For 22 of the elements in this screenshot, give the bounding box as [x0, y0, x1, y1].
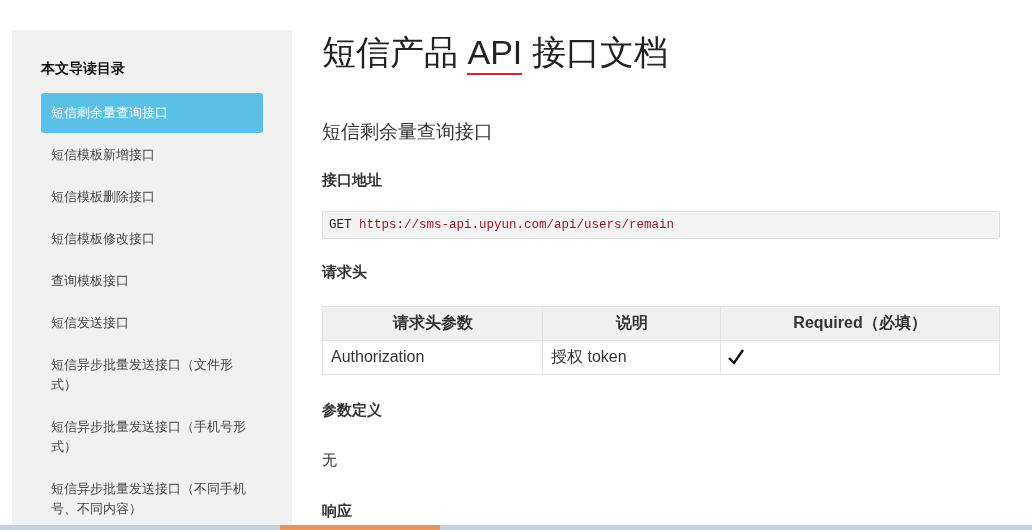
code-block: GET https://sms-api.upyun.com/api/users/remain: [322, 211, 1000, 239]
sidebar-item[interactable]: 短信模板新增接口: [41, 135, 263, 175]
endpoint-heading: 接口地址: [322, 169, 383, 190]
params-heading: 参数定义: [322, 399, 383, 420]
sidebar-item[interactable]: 短信模板修改接口: [41, 219, 263, 259]
column-header: Required（必填）: [720, 306, 1000, 340]
sidebar-item[interactable]: 短信异步批量发送接口（文件形式）: [41, 345, 263, 405]
params-text: 无: [322, 450, 338, 470]
sidebar-item[interactable]: 查询模板接口: [41, 261, 263, 301]
page-title: 短信产品 API 接口文档: [322, 28, 1000, 76]
headers-heading: 请求头: [322, 262, 368, 282]
table-cell: Authorization: [322, 340, 543, 374]
section-title: 短信剩余量查询接口: [322, 120, 494, 144]
table-cell: 授权 token: [542, 340, 721, 374]
sidebar-item[interactable]: 短信异步批量发送接口（手机号形式）: [41, 407, 263, 467]
column-header: 说明: [542, 306, 721, 340]
sidebar-item[interactable]: 短信发送接口: [41, 303, 263, 343]
sidebar-item[interactable]: 短信模板删除接口: [41, 177, 263, 217]
response-heading: 响应: [322, 500, 353, 521]
sidebar-title: 本文导读目录: [41, 59, 126, 78]
sidebar-item[interactable]: 短信异步批量发送接口（不同手机号、不同内容）: [41, 469, 263, 529]
column-header: 请求头参数: [322, 306, 543, 340]
